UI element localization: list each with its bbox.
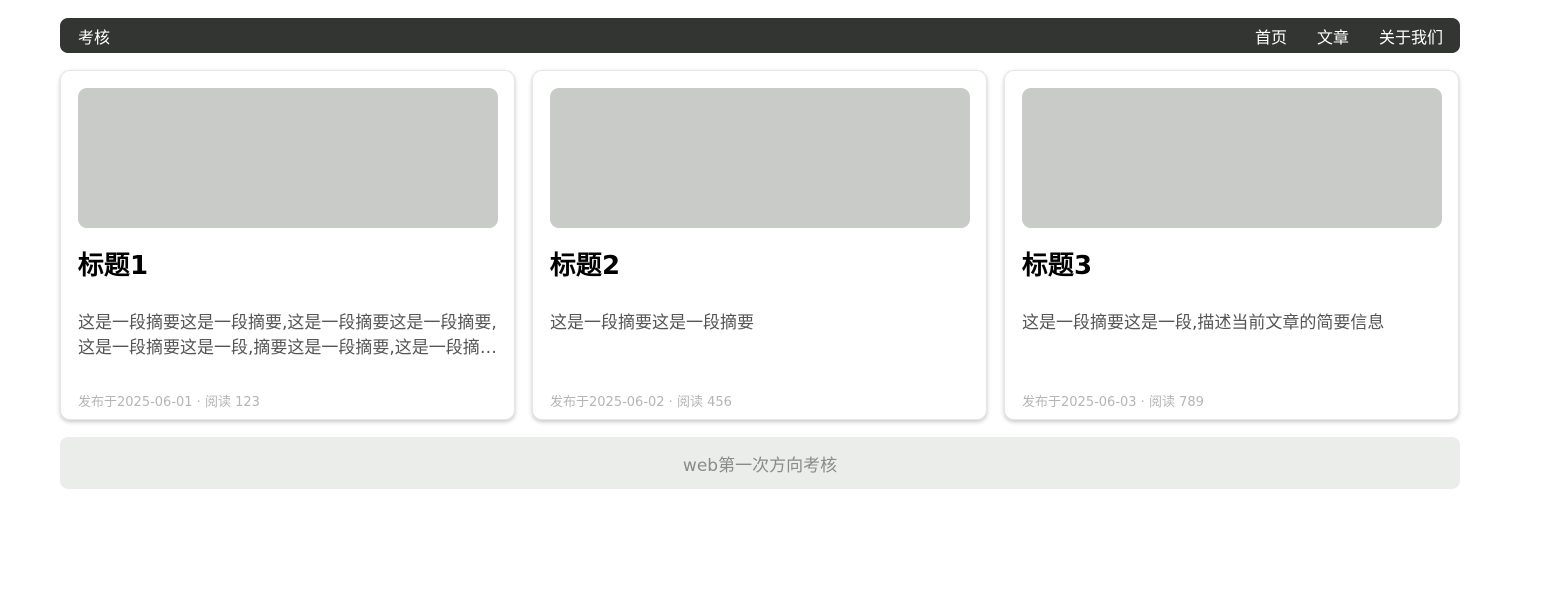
article-card-1[interactable]: 标题1 这是一段摘要这是一段摘要,这是一段摘要这是一段摘要,这是一段摘要这是一段…: [60, 70, 515, 420]
card-list: 标题1 这是一段摘要这是一段摘要,这是一段摘要这是一段摘要,这是一段摘要这是一段…: [60, 70, 1460, 420]
card-summary: 这是一段摘要这是一段摘要,这是一段摘要这是一段摘要,这是一段摘要这是一段,摘要这…: [78, 313, 497, 358]
card-summary: 这是一段摘要这是一段,描述当前文章的简要信息: [1022, 313, 1385, 333]
card-title: 标题3: [1022, 251, 1093, 281]
card-meta: 发布于2025-06-03 · 阅读 789: [1022, 395, 1204, 410]
footer-text: web第一次方向考核: [682, 455, 838, 476]
card-meta: 发布于2025-06-02 · 阅读 456: [550, 395, 732, 410]
card-title: 标题1: [78, 251, 149, 281]
top-navbar: 考核 首页 文章 关于我们: [60, 18, 1460, 53]
nav-link-articles[interactable]: 文章: [1317, 24, 1349, 48]
nav-link-about[interactable]: 关于我们: [1379, 24, 1443, 48]
brand-title: 考核: [78, 27, 111, 47]
card-image-placeholder: [1022, 88, 1442, 228]
card-image-placeholder: [78, 88, 498, 228]
nav-links: 首页 文章 关于我们: [1255, 24, 1443, 48]
article-card-2[interactable]: 标题2 这是一段摘要这是一段摘要 发布于2025-06-02 · 阅读 456: [532, 70, 987, 420]
article-card-3[interactable]: 标题3 这是一段摘要这是一段,描述当前文章的简要信息 发布于2025-06-03…: [1004, 70, 1459, 420]
card-title: 标题2: [550, 251, 621, 281]
page-footer: web第一次方向考核: [60, 437, 1460, 489]
card-summary: 这是一段摘要这是一段摘要: [550, 313, 754, 333]
nav-link-home[interactable]: 首页: [1255, 24, 1287, 48]
card-image-placeholder: [550, 88, 970, 228]
page-container: 考核 首页 文章 关于我们 标题1 这是一段摘要这是一段摘要,这是一段摘要这是一…: [60, 18, 1460, 489]
card-meta: 发布于2025-06-01 · 阅读 123: [78, 395, 260, 410]
